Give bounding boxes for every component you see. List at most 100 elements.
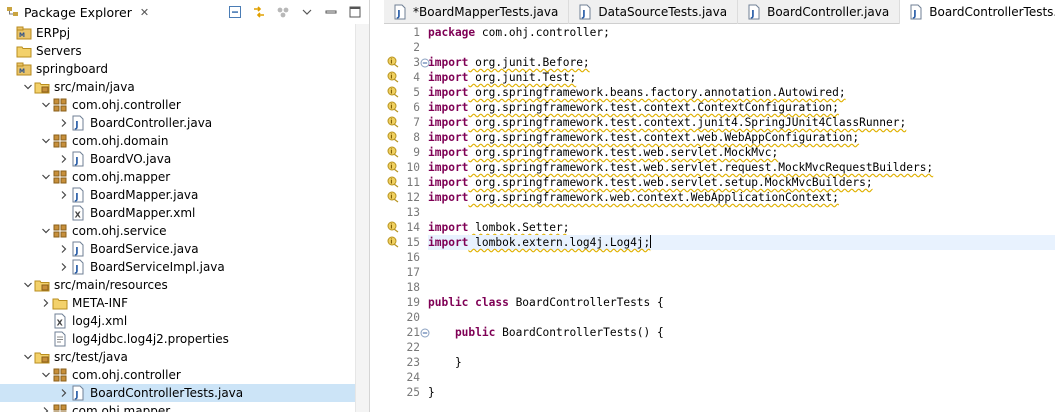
chevron-right-icon[interactable] (40, 294, 52, 312)
tree-item[interactable]: Servers (0, 42, 368, 60)
chevron-right-icon[interactable] (58, 240, 70, 258)
warning-marker-icon[interactable]: i (387, 86, 399, 98)
collapse-all-icon[interactable] (226, 3, 244, 21)
package-explorer-tab[interactable]: Package Explorer ✕ (0, 0, 157, 24)
warning-marker-icon[interactable]: i (387, 221, 399, 233)
warning-marker-icon[interactable]: i (387, 176, 399, 188)
tree-item[interactable]: src/main/java (0, 78, 368, 96)
editor-tab-label: *BoardMapperTests.java (413, 5, 559, 19)
explorer-scrollbar[interactable] (355, 24, 369, 412)
code-line[interactable] (428, 40, 1055, 55)
tree-item[interactable]: com.ohj.controller (0, 96, 368, 114)
chevron-down-icon[interactable] (40, 222, 52, 240)
tree-item[interactable]: J BoardServiceImpl.java (0, 258, 368, 276)
code-text: BoardControllerTests() { (495, 326, 664, 339)
tree-item[interactable]: com.ohj.mapper (0, 402, 368, 412)
code-line[interactable]: } (428, 355, 1055, 370)
chevron-down-icon[interactable] (40, 132, 52, 150)
code-line[interactable] (428, 310, 1055, 325)
code-line[interactable]: public BoardControllerTests() { (428, 325, 1055, 340)
chevron-right-icon[interactable] (58, 384, 70, 402)
chevron-down-icon[interactable] (22, 78, 34, 96)
package-explorer-toolbar (226, 3, 364, 21)
minimize-icon[interactable] (322, 3, 340, 21)
warning-marker-icon[interactable]: i (387, 56, 399, 68)
chevron-right-icon[interactable] (40, 402, 52, 412)
code-line[interactable] (428, 250, 1055, 265)
code-line[interactable]: import lombok.extern.log4j.Log4j; (428, 235, 1055, 250)
code-line[interactable]: import org.springframework.test.context.… (428, 130, 1055, 145)
tree-item[interactable]: X BoardMapper.xml (0, 204, 368, 222)
warning-marker-icon[interactable]: i (387, 191, 399, 203)
warning-marker-icon[interactable]: i (387, 161, 399, 173)
warning-marker-icon[interactable]: i (387, 146, 399, 158)
close-icon[interactable]: ✕ (140, 6, 149, 19)
warning-marker-icon[interactable]: i (387, 116, 399, 128)
code-line[interactable] (428, 265, 1055, 280)
code-line[interactable]: import org.springframework.test.web.serv… (428, 175, 1055, 190)
tree-item[interactable]: src/main/resources (0, 276, 368, 294)
editor-tab[interactable]: J DataSourceTests.java (569, 0, 739, 24)
code-line[interactable]: import org.springframework.test.context.… (428, 115, 1055, 130)
tree-item[interactable]: J BoardMapper.java (0, 186, 368, 204)
tree-item[interactable]: Mspringboard (0, 60, 368, 78)
maximize-icon[interactable] (346, 3, 364, 21)
tree-item-label: log4jdbc.log4j2.properties (72, 332, 229, 346)
line-number: 7 (413, 116, 420, 129)
warning-marker-icon[interactable]: i (387, 101, 399, 113)
chevron-right-icon[interactable] (58, 150, 70, 168)
warning-marker-icon[interactable]: i (387, 131, 399, 143)
code-line[interactable] (428, 280, 1055, 295)
editor-tab[interactable]: J *BoardMapperTests.java (384, 0, 570, 24)
chevron-down-icon[interactable] (22, 276, 34, 294)
code-line[interactable]: public class BoardControllerTests { (428, 295, 1055, 310)
tree-item[interactable]: log4jdbc.log4j2.properties (0, 330, 368, 348)
focus-icon[interactable] (274, 3, 292, 21)
tree-item[interactable]: J BoardService.java (0, 240, 368, 258)
tree-item[interactable]: J BoardControllerTests.java (0, 384, 368, 402)
code-area[interactable]: package com.ohj.controller; import org.ju… (428, 25, 1055, 412)
code-line[interactable]: import org.springframework.beans.factory… (428, 85, 1055, 100)
tree-item[interactable]: META-INF (0, 294, 368, 312)
tree-item[interactable]: M ERPpj (0, 24, 368, 42)
code-line[interactable]: import org.junit.Before; (428, 55, 1055, 70)
tree-item[interactable]: J BoardController.java (0, 114, 368, 132)
tree-item[interactable]: com.ohj.service (0, 222, 368, 240)
code-line[interactable] (428, 340, 1055, 355)
code-line[interactable]: } (428, 385, 1055, 400)
chevron-down-icon[interactable] (40, 366, 52, 384)
code-line[interactable]: package com.ohj.controller; (428, 25, 1055, 40)
editor-tab[interactable]: JBoardControllerTests.java✕ (900, 0, 1055, 24)
chevron-down-icon[interactable] (22, 348, 34, 366)
chevron-right-icon[interactable] (58, 186, 70, 204)
line-number: 6 (413, 101, 420, 114)
link-with-editor-icon[interactable] (250, 3, 268, 21)
code-line[interactable]: import org.springframework.test.context.… (428, 100, 1055, 115)
code-line[interactable] (428, 370, 1055, 385)
view-menu-icon[interactable] (298, 3, 316, 21)
tree-item[interactable]: com.ohj.controller (0, 366, 368, 384)
chevron-down-icon[interactable] (40, 168, 52, 186)
line-number: 22 (406, 341, 420, 354)
warning-marker-icon[interactable]: i (387, 71, 399, 83)
tree-item[interactable]: com.ohj.domain (0, 132, 368, 150)
editor-tab-label: BoardControllerTests.java (929, 4, 1055, 19)
chevron-right-icon[interactable] (58, 114, 70, 132)
warning-marker-icon[interactable]: i (387, 236, 399, 248)
tree-item-label: com.ohj.controller (72, 368, 181, 382)
chevron-down-icon[interactable] (40, 96, 52, 114)
tree-item[interactable]: Xlog4j.xml (0, 312, 368, 330)
code-line[interactable]: import org.springframework.test.web.serv… (428, 160, 1055, 175)
editor-tab[interactable]: J BoardController.java (738, 0, 901, 24)
code-line[interactable]: import lombok.Setter; (428, 220, 1055, 235)
svg-text:J: J (74, 193, 78, 203)
tree-item[interactable]: J BoardVO.java (0, 150, 368, 168)
code-line[interactable]: import org.springframework.web.context.W… (428, 190, 1055, 205)
tree-item[interactable]: src/test/java (0, 348, 368, 366)
code-line[interactable]: import org.junit.Test; (428, 70, 1055, 85)
chevron-right-icon[interactable] (58, 258, 70, 276)
code-line[interactable] (428, 205, 1055, 220)
line-number: 16 (406, 251, 420, 264)
tree-item[interactable]: com.ohj.mapper (0, 168, 368, 186)
code-line[interactable]: import org.springframework.test.web.serv… (428, 145, 1055, 160)
